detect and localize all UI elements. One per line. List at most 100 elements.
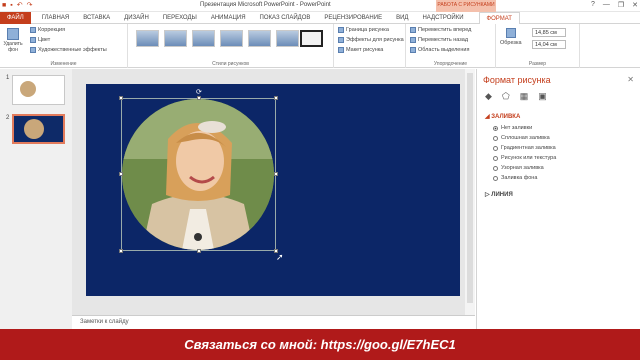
tab-review[interactable]: РЕЦЕНЗИРОВАНИЕ xyxy=(317,12,389,24)
crop-icon xyxy=(505,28,516,38)
send-backward-icon xyxy=(410,37,416,43)
picture-style-4[interactable] xyxy=(220,30,243,47)
line-section-header[interactable]: ▷ ЛИНИЯ xyxy=(485,191,513,198)
color-button[interactable]: Цвет xyxy=(30,37,50,43)
tab-file[interactable]: ФАЙЛ xyxy=(0,11,31,24)
picture-style-1[interactable] xyxy=(136,30,159,47)
slide-canvas[interactable]: ⟳ ➚ xyxy=(86,84,460,296)
fill-line-icon[interactable]: ◆ xyxy=(485,91,492,102)
restore-button[interactable]: ❐ xyxy=(618,1,624,9)
scrollbar-thumb[interactable] xyxy=(467,73,473,303)
tab-transitions[interactable]: ПЕРЕХОДЫ xyxy=(156,12,204,24)
tab-addins[interactable]: НАДСТРОЙКИ xyxy=(415,12,470,24)
tab-design[interactable]: ДИЗАЙН xyxy=(117,12,156,24)
editor-scrollbar[interactable] xyxy=(465,69,475,315)
fill-option-pattern[interactable]: Узорная заливка xyxy=(493,165,544,171)
group-change-label: Изменение xyxy=(50,61,77,67)
notes-pane[interactable]: Заметки к слайду xyxy=(72,315,475,329)
remove-background-button[interactable]: Удалить фон xyxy=(3,28,23,53)
fill-option-gradient[interactable]: Градиентная заливка xyxy=(493,145,556,151)
group-arrange-label: Упорядочение xyxy=(433,61,468,67)
fill-option-label: Узорная заливка xyxy=(501,165,544,171)
tab-format[interactable]: ФОРМАТ xyxy=(478,11,520,24)
picture-category-icon[interactable]: ▣ xyxy=(538,91,547,102)
help-button[interactable]: ? xyxy=(591,1,595,9)
contact-banner: Связаться со мной: https://goo.gl/E7hEC1 xyxy=(0,329,640,360)
fill-option-picture[interactable]: Рисунок или текстура xyxy=(493,155,556,161)
picture-effects-button[interactable]: Эффекты для рисунка xyxy=(338,37,404,43)
resize-handle-b[interactable] xyxy=(197,249,201,253)
picture-style-6[interactable] xyxy=(276,30,299,47)
group-styles-label: Стили рисунков xyxy=(212,61,249,67)
resize-handle-tr[interactable] xyxy=(274,96,278,100)
minimize-button[interactable]: — xyxy=(603,1,610,9)
height-input[interactable]: 14,85 см xyxy=(532,28,566,37)
fill-option-background[interactable]: Заливка фона xyxy=(493,175,537,181)
fill-option-solid[interactable]: Сплошная заливка xyxy=(493,135,550,141)
bring-forward-button[interactable]: Переместить вперед xyxy=(410,27,471,33)
slide-thumbnails-pane: 1 2 xyxy=(0,69,72,329)
effects-icon xyxy=(338,37,344,43)
picture-style-2[interactable] xyxy=(164,30,187,47)
slide-thumbnail-1[interactable] xyxy=(12,75,65,105)
window-title: Презентация Microsoft PowerPoint - Power… xyxy=(200,2,331,8)
close-button[interactable]: ✕ xyxy=(632,1,638,9)
picture-style-5[interactable] xyxy=(248,30,271,47)
thumbnail-photo xyxy=(24,119,44,139)
group-change: Удалить фон Коррекция Цвет Художественны… xyxy=(0,24,128,68)
circular-photo[interactable] xyxy=(122,99,274,250)
correction-label: Коррекция xyxy=(38,27,66,33)
bring-forward-label: Переместить вперед xyxy=(418,27,472,33)
width-input[interactable]: 14,04 см xyxy=(532,40,566,49)
tab-insert[interactable]: ВСТАВКА xyxy=(76,12,117,24)
tab-animation[interactable]: АНИМАЦИЯ xyxy=(204,12,253,24)
radio-button[interactable] xyxy=(493,155,498,161)
slide-number: 2 xyxy=(6,115,10,121)
tab-home[interactable]: ГЛАВНАЯ xyxy=(35,12,77,24)
undo-icon[interactable]: ↶ xyxy=(17,1,23,9)
radio-button[interactable] xyxy=(493,175,498,181)
tab-slideshow[interactable]: ПОКАЗ СЛАЙДОВ xyxy=(253,12,318,24)
remove-background-label: Удалить фон xyxy=(3,41,23,53)
picture-border-button[interactable]: Граница рисунка xyxy=(338,27,389,33)
fill-section-header[interactable]: ◢ ЗАЛИВКА xyxy=(485,113,520,120)
save-icon[interactable]: ▪ xyxy=(10,2,12,9)
pane-close-icon[interactable]: ✕ xyxy=(627,75,634,84)
tab-view[interactable]: ВИД xyxy=(389,12,415,24)
radio-button[interactable] xyxy=(493,165,498,171)
fill-option-none[interactable]: Нет заливки xyxy=(493,125,532,131)
correction-button[interactable]: Коррекция xyxy=(30,27,65,33)
resize-handle-bl[interactable] xyxy=(119,249,123,253)
pane-title: Формат рисунка xyxy=(483,75,551,85)
resize-handle-l[interactable] xyxy=(119,172,123,176)
picture-style-7[interactable] xyxy=(300,30,323,47)
size-properties-icon[interactable]: ▦ xyxy=(520,91,529,102)
fill-option-label: Нет заливки xyxy=(501,125,533,131)
selection-pane-icon xyxy=(410,47,416,53)
picture-border-label: Граница рисунка xyxy=(346,27,389,33)
artistic-effects-label: Художественные эффекты xyxy=(38,47,107,53)
fill-option-label: Сплошная заливка xyxy=(501,135,550,141)
crop-button[interactable]: Обрезка xyxy=(500,28,522,46)
resize-handle-t[interactable] xyxy=(197,96,201,100)
resize-handle-tl[interactable] xyxy=(119,96,123,100)
redo-icon[interactable]: ↷ xyxy=(27,1,33,9)
resize-handle-r[interactable] xyxy=(274,172,278,176)
radio-button[interactable] xyxy=(493,145,498,151)
slide-editor: ⟳ ➚ xyxy=(72,69,475,315)
artistic-effects-button[interactable]: Художественные эффекты xyxy=(30,47,107,53)
radio-button[interactable] xyxy=(493,135,498,141)
picture-style-3[interactable] xyxy=(192,30,215,47)
send-backward-button[interactable]: Переместить назад xyxy=(410,37,468,43)
slide-thumbnail-2[interactable] xyxy=(12,114,65,144)
crop-label: Обрезка xyxy=(500,40,522,46)
radio-button[interactable] xyxy=(493,125,498,131)
ribbon-tabs: ФАЙЛ ГЛАВНАЯ ВСТАВКА ДИЗАЙН ПЕРЕХОДЫ АНИ… xyxy=(0,11,640,24)
effects-category-icon[interactable]: ⬠ xyxy=(502,91,510,102)
rotate-handle-icon[interactable]: ⟳ xyxy=(196,88,202,96)
picture-layout-button[interactable]: Макет рисунка xyxy=(338,47,383,53)
color-icon xyxy=(30,37,36,43)
picture-layout-label: Макет рисунка xyxy=(346,47,384,53)
artistic-effects-icon xyxy=(30,47,36,53)
selection-pane-button[interactable]: Область выделения xyxy=(410,47,469,53)
